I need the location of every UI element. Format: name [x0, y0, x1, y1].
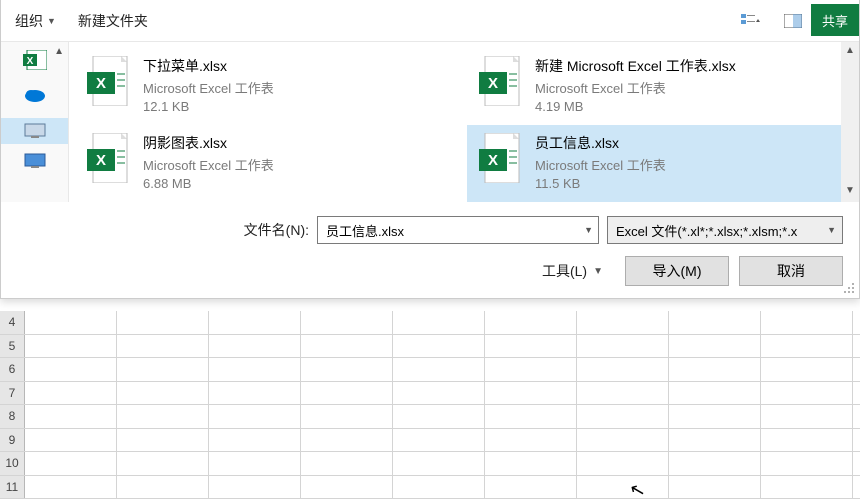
file-list-scrollbar[interactable]: ▲ ▼: [841, 42, 859, 202]
new-folder-button[interactable]: 新建文件夹: [74, 7, 152, 35]
file-name: 员工信息.xlsx: [535, 133, 666, 153]
sheet-row[interactable]: 11: [0, 476, 860, 500]
scroll-down-icon[interactable]: ▼: [845, 185, 855, 199]
sheet-row[interactable]: 9: [0, 429, 860, 453]
excel-file-icon: X: [87, 133, 131, 183]
chevron-down-icon: ▼: [827, 225, 836, 235]
dialog-body: ▲ X X 下拉菜单.xlsx Microsoft Excel 工作表 12.1: [1, 42, 859, 202]
svg-text:X: X: [488, 75, 498, 92]
dialog-toolbar: 组织 ▼ 新建文件夹 ?: [1, 0, 859, 42]
thispc-icon[interactable]: [1, 118, 68, 144]
file-item[interactable]: X 新建 Microsoft Excel 工作表.xlsx Microsoft …: [467, 48, 859, 125]
excel-file-icon: X: [87, 56, 131, 106]
organize-label: 组织: [15, 11, 43, 31]
dialog-bottom: 文件名(N): ▼ Excel 文件(*.xl*;*.xlsx;*.xlsm;*…: [1, 202, 859, 298]
file-size: 12.1 KB: [143, 99, 274, 114]
excel-app-icon[interactable]: X: [23, 50, 47, 70]
nav-scroll-up[interactable]: ▲: [54, 46, 64, 57]
row-header[interactable]: 4: [0, 311, 25, 334]
share-button[interactable]: 共享: [811, 4, 859, 36]
new-folder-label: 新建文件夹: [78, 11, 148, 31]
chevron-down-icon: ▼: [593, 266, 603, 277]
filename-input[interactable]: [317, 216, 599, 244]
file-type-filter[interactable]: Excel 文件(*.xl*;*.xlsx;*.xlsm;*.x ▼: [607, 216, 843, 244]
file-name: 新建 Microsoft Excel 工作表.xlsx: [535, 56, 736, 76]
scroll-up-icon[interactable]: ▲: [845, 45, 855, 59]
organize-button[interactable]: 组织 ▼: [11, 7, 60, 35]
file-name: 阴影图表.xlsx: [143, 133, 274, 153]
row-header[interactable]: 7: [0, 382, 25, 405]
preview-pane-button[interactable]: [779, 7, 807, 35]
file-size: 6.88 MB: [143, 176, 274, 191]
tools-label: 工具(L): [542, 261, 587, 281]
row-header[interactable]: 11: [0, 476, 25, 499]
chevron-down-icon: ▼: [47, 16, 56, 26]
sheet-row[interactable]: 4: [0, 311, 860, 335]
list-view-icon: [741, 13, 761, 29]
view-options-button[interactable]: [737, 7, 765, 35]
svg-text:X: X: [26, 56, 33, 67]
file-item[interactable]: X 阴影图表.xlsx Microsoft Excel 工作表 6.88 MB: [75, 125, 467, 202]
svg-text:X: X: [96, 152, 106, 169]
nav-pane: ▲ X: [1, 42, 69, 202]
row-header[interactable]: 10: [0, 452, 25, 475]
resize-grip-icon[interactable]: [843, 282, 855, 294]
import-button[interactable]: 导入(M): [625, 256, 729, 286]
spreadsheet-grid[interactable]: 4 5 6 7 8 9 10 11: [0, 311, 860, 500]
file-type: Microsoft Excel 工作表: [535, 78, 736, 97]
svg-text:X: X: [488, 152, 498, 169]
file-type: Microsoft Excel 工作表: [143, 78, 274, 97]
file-list: X 下拉菜单.xlsx Microsoft Excel 工作表 12.1 KB …: [69, 42, 859, 202]
file-type: Microsoft Excel 工作表: [535, 155, 666, 174]
file-size: 11.5 KB: [535, 176, 666, 191]
filename-label: 文件名(N):: [244, 220, 309, 240]
sheet-row[interactable]: 5: [0, 335, 860, 359]
row-header[interactable]: 8: [0, 405, 25, 428]
row-header[interactable]: 5: [0, 335, 25, 358]
excel-file-icon: X: [479, 56, 523, 106]
row-header[interactable]: 9: [0, 429, 25, 452]
sheet-row[interactable]: 10: [0, 452, 860, 476]
row-header[interactable]: 6: [0, 358, 25, 381]
tools-dropdown[interactable]: 工具(L) ▼: [542, 261, 603, 281]
sheet-row[interactable]: 6: [0, 358, 860, 382]
sheet-row[interactable]: 7: [0, 382, 860, 406]
onedrive-icon[interactable]: [23, 84, 47, 104]
preview-pane-icon: [784, 14, 802, 28]
file-item[interactable]: X 下拉菜单.xlsx Microsoft Excel 工作表 12.1 KB: [75, 48, 467, 125]
excel-file-icon: X: [479, 133, 523, 183]
sheet-row[interactable]: 8: [0, 405, 860, 429]
svg-text:X: X: [96, 75, 106, 92]
cancel-button[interactable]: 取消: [739, 256, 843, 286]
file-type: Microsoft Excel 工作表: [143, 155, 274, 174]
file-size: 4.19 MB: [535, 99, 736, 114]
filter-text: Excel 文件(*.xl*;*.xlsx;*.xlsm;*.x: [616, 221, 797, 240]
file-item[interactable]: X 员工信息.xlsx Microsoft Excel 工作表 11.5 KB: [467, 125, 859, 202]
network-icon[interactable]: [23, 152, 47, 172]
file-open-dialog: 共享 组织 ▼ 新建文件夹 ?: [0, 0, 860, 299]
file-name: 下拉菜单.xlsx: [143, 56, 274, 76]
